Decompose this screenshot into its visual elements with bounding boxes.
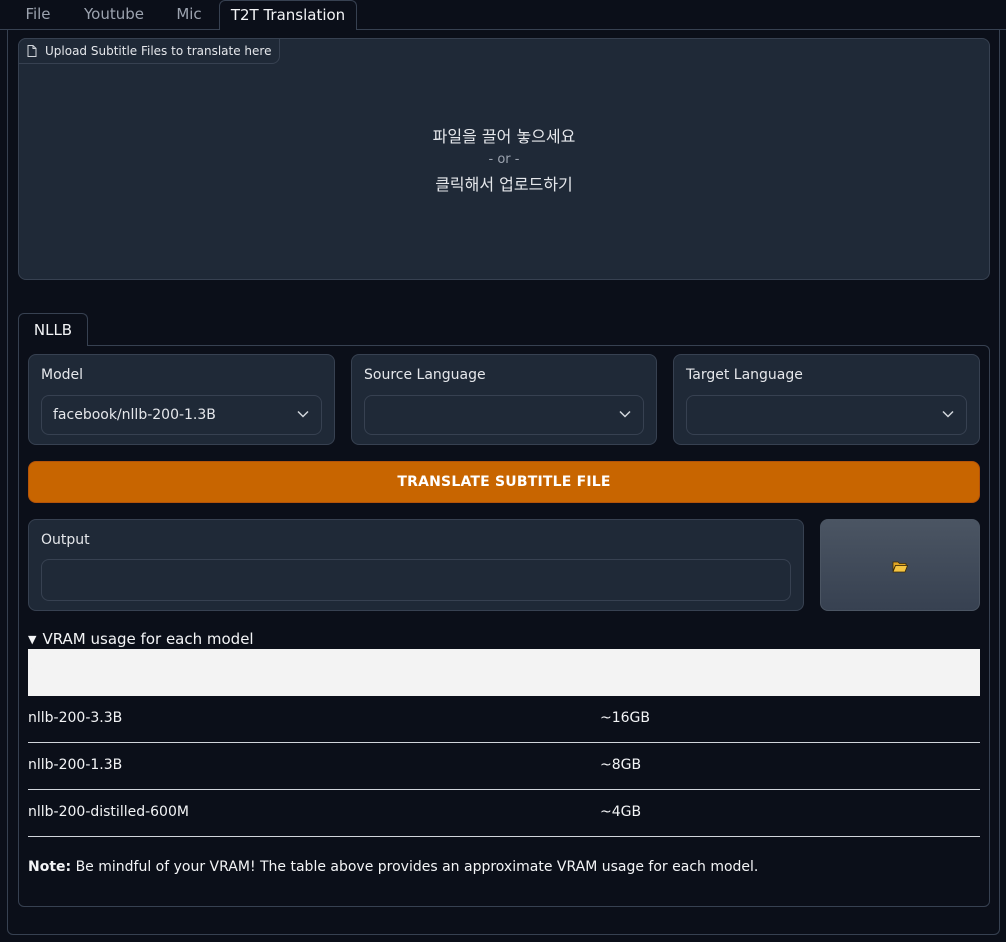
- source-language-select[interactable]: [364, 395, 644, 435]
- table-row: nllb-200-distilled-600M ~4GB: [28, 790, 980, 837]
- triangle-down-icon: ▼: [28, 632, 37, 646]
- chevron-down-icon: [619, 410, 631, 418]
- table-cell-model: nllb-200-3.3B: [28, 710, 123, 726]
- model-dropdown-block: Model facebook/nllb-200-1.3B: [28, 354, 335, 445]
- translate-subtitle-button[interactable]: TRANSLATE SUBTITLE FILE: [28, 461, 980, 503]
- chevron-down-icon: [942, 410, 954, 418]
- model-select[interactable]: facebook/nllb-200-1.3B: [41, 395, 322, 435]
- file-icon: [27, 45, 37, 57]
- model-value: facebook/nllb-200-1.3B: [53, 407, 216, 423]
- chevron-down-icon: [297, 410, 309, 418]
- table-cell-model: nllb-200-1.3B: [28, 757, 123, 773]
- tab-file[interactable]: File: [14, 0, 62, 30]
- model-label: Model: [41, 367, 84, 383]
- drop-or-separator: - or -: [488, 152, 520, 167]
- vram-table: Model Name Required VRAM nllb-200-3.3B ~…: [28, 649, 980, 837]
- output-field[interactable]: [41, 559, 791, 601]
- table-row: nllb-200-1.3B ~8GB: [28, 743, 980, 790]
- note-bold: Note:: [28, 859, 72, 875]
- tab-mic[interactable]: Mic: [166, 0, 212, 30]
- table-header: Model Name Required VRAM: [28, 649, 980, 696]
- drop-instruction: 파일을 끌어 놓으세요: [432, 127, 576, 146]
- vram-accordion-toggle[interactable]: ▼ VRAM usage for each model: [28, 629, 254, 649]
- output-label: Output: [41, 532, 90, 548]
- tab-nllb[interactable]: NLLB: [18, 313, 88, 346]
- vram-note: Note: Be mindful of your VRAM! The table…: [28, 859, 758, 875]
- target-language-label: Target Language: [686, 367, 803, 383]
- table-header-model: Model Name: [28, 663, 126, 679]
- table-cell-vram: ~4GB: [600, 804, 642, 820]
- target-language-block: Target Language: [673, 354, 980, 445]
- source-language-label: Source Language: [364, 367, 486, 383]
- upload-label-text: Upload Subtitle Files to translate here: [45, 44, 272, 58]
- source-language-block: Source Language: [351, 354, 657, 445]
- upload-label: Upload Subtitle Files to translate here: [18, 38, 281, 64]
- table-cell-model: nllb-200-distilled-600M: [28, 804, 189, 820]
- table-cell-vram: ~8GB: [600, 757, 642, 773]
- table-cell-vram: ~16GB: [600, 710, 650, 726]
- note-text: Be mindful of your VRAM! The table above…: [71, 859, 759, 875]
- folder-icon: [892, 561, 908, 573]
- output-block: Output: [28, 519, 804, 611]
- top-tabs: File Youtube Mic T2T Translation: [0, 0, 1006, 30]
- table-header-vram: Required VRAM: [600, 663, 723, 679]
- vram-accordion-label: VRAM usage for each model: [42, 630, 254, 648]
- tab-youtube[interactable]: Youtube: [76, 0, 152, 30]
- click-to-upload[interactable]: 클릭해서 업로드하기: [18, 171, 990, 195]
- tab-t2t-translation[interactable]: T2T Translation: [219, 0, 357, 30]
- table-row: nllb-200-3.3B ~16GB: [28, 696, 980, 743]
- target-language-select[interactable]: [686, 395, 967, 435]
- open-folder-button[interactable]: [820, 519, 980, 611]
